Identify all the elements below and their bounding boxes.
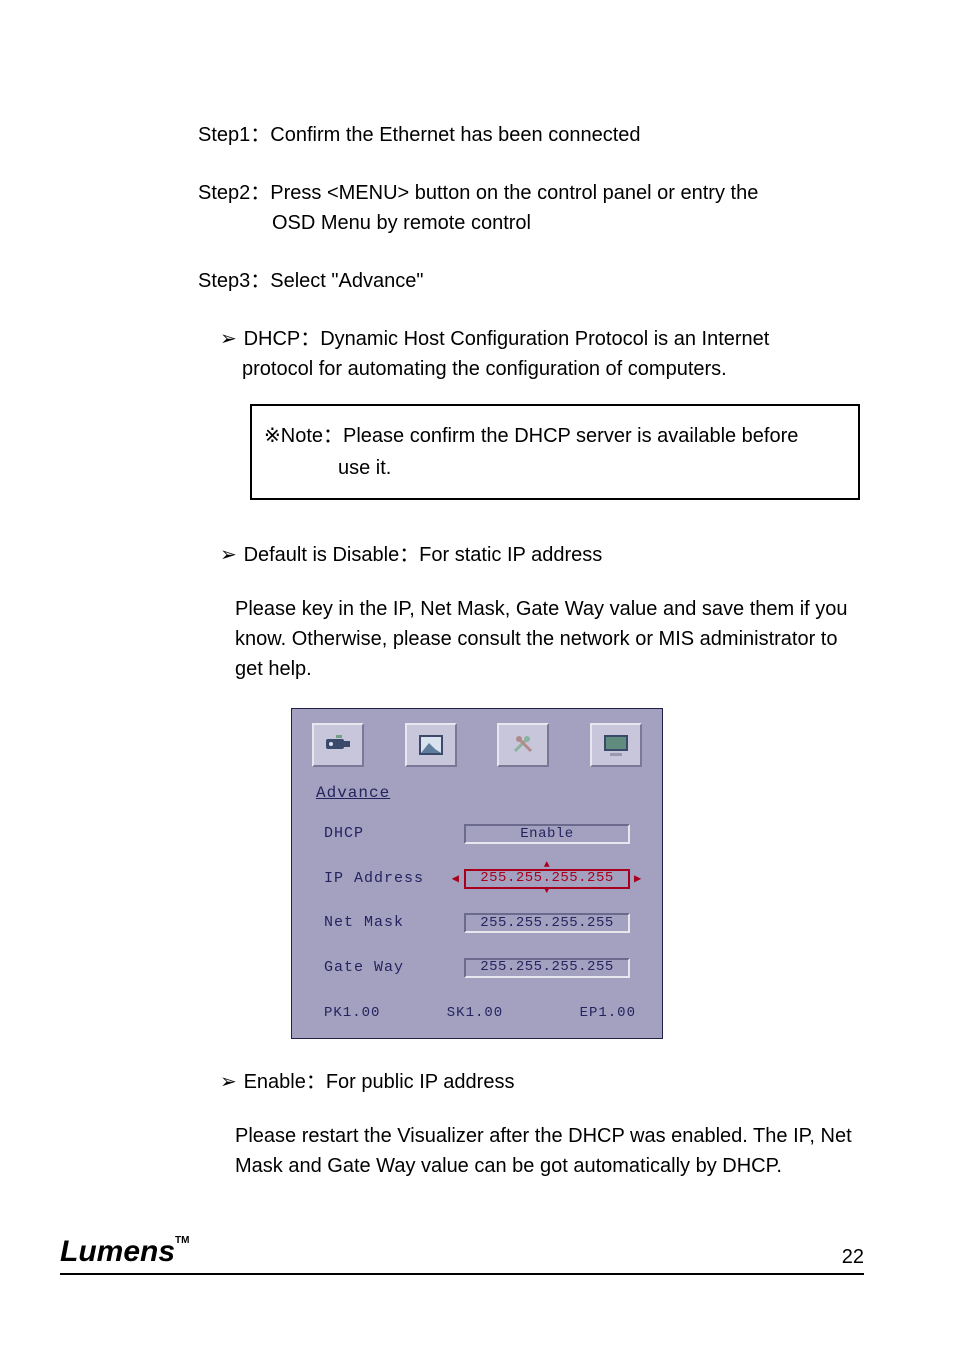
- image-icon: [405, 723, 457, 767]
- lumens-logo: LumensTM: [60, 1235, 189, 1269]
- triangle-bullet-icon: [220, 540, 238, 570]
- page-footer: LumensTM 22: [60, 1235, 864, 1275]
- step3: Step3：Select "Advance": [198, 266, 864, 296]
- osd-rows: DHCP Enable IP Address ◀ 255.255.255.255…: [292, 815, 662, 1003]
- osd-figure: Advance DHCP Enable IP Address ◀ 255.255…: [291, 708, 663, 1039]
- static-desc: Please key in the IP, Net Mask, Gate Way…: [235, 594, 864, 684]
- logo-tm: TM: [175, 1235, 189, 1246]
- osd-value-dhcp[interactable]: Enable: [464, 824, 630, 844]
- bullet-default: Default is Disable：For static IP address: [220, 540, 864, 570]
- osd-value-ip[interactable]: 255.255.255.255 ▲ ▼: [464, 869, 630, 889]
- arrow-up-icon[interactable]: ▲: [544, 861, 551, 871]
- osd-versions: PK1.00 SK1.00 EP1.00: [292, 1003, 662, 1038]
- logo-text: Lumens: [60, 1235, 175, 1268]
- dhcp-desc-line1: DHCP：Dynamic Host Configuration Protocol…: [244, 328, 770, 350]
- osd-label-dhcp: DHCP: [310, 823, 450, 846]
- bullet-enable: Enable：For public IP address: [220, 1067, 864, 1097]
- default-label: Default is Disable：For static IP address: [244, 544, 603, 566]
- osd-title: Advance: [292, 777, 662, 815]
- enable-label: Enable：For public IP address: [244, 1071, 515, 1093]
- step2-line2: OSD Menu by remote control: [272, 208, 864, 238]
- dhcp-desc-line2: protocol for automating the configuratio…: [242, 354, 864, 384]
- version-pk: PK1.00: [324, 1003, 380, 1024]
- arrow-left-icon[interactable]: ◀: [452, 870, 460, 888]
- osd-row-ip: IP Address ◀ 255.255.255.255 ▲ ▼ ▶: [310, 868, 644, 891]
- osd-icon-row: [292, 709, 662, 777]
- note-line2: use it.: [338, 452, 846, 484]
- osd-row-gw: Gate Way 255.255.255.255: [310, 957, 644, 980]
- osd-label-gw: Gate Way: [310, 957, 450, 980]
- step2: Step2：Press <MENU> button on the control…: [198, 178, 864, 238]
- page-number: 22: [842, 1246, 864, 1269]
- osd-value-mask[interactable]: 255.255.255.255: [464, 913, 630, 933]
- monitor-icon: [590, 723, 642, 767]
- triangle-bullet-icon: [220, 1067, 238, 1097]
- osd-row-dhcp: DHCP Enable: [310, 823, 644, 846]
- osd-row-mask: Net Mask 255.255.255.255: [310, 912, 644, 935]
- page-content: Step1：Confirm the Ethernet has been conn…: [90, 120, 864, 1181]
- camera-icon: [312, 723, 364, 767]
- arrow-right-icon[interactable]: ▶: [634, 870, 642, 888]
- osd-value-gw[interactable]: 255.255.255.255: [464, 958, 630, 978]
- tools-icon: [497, 723, 549, 767]
- note-box: ※Note：Please confirm the DHCP server is …: [250, 404, 860, 500]
- bullet-dhcp: DHCP：Dynamic Host Configuration Protocol…: [220, 324, 864, 384]
- step1: Step1：Confirm the Ethernet has been conn…: [198, 120, 864, 150]
- arrow-down-icon[interactable]: ▼: [544, 887, 551, 897]
- version-ep: EP1.00: [580, 1003, 636, 1024]
- step2-line1: Step2：Press <MENU> button on the control…: [198, 182, 758, 204]
- osd-label-ip: IP Address: [310, 868, 450, 891]
- enable-desc: Please restart the Visualizer after the …: [235, 1121, 864, 1181]
- version-sk: SK1.00: [447, 1003, 503, 1024]
- osd-label-mask: Net Mask: [310, 912, 450, 935]
- triangle-bullet-icon: [220, 324, 238, 354]
- note-line1: ※Note：Please confirm the DHCP server is …: [264, 425, 798, 447]
